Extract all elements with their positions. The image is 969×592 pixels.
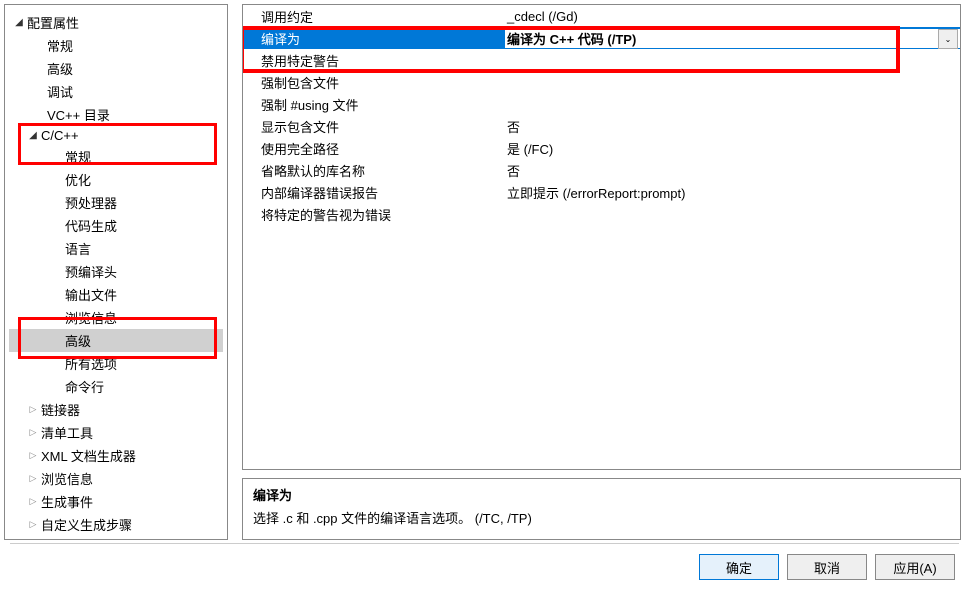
tree-label: 高级: [45, 59, 73, 78]
grid-row-disable-warnings[interactable]: 禁用特定警告: [243, 49, 960, 71]
grid-name: 省略默认的库名称: [243, 161, 505, 180]
tree-item-cpp-optimization[interactable]: 优化: [9, 168, 223, 191]
property-grid: 调用约定 _cdecl (/Gd) 编译为 编译为 C++ 代码 (/TP) 禁…: [242, 4, 961, 470]
tree-item-advanced[interactable]: 高级: [9, 57, 223, 80]
grid-value: 否: [505, 161, 960, 180]
grid-row-omit-default-lib[interactable]: 省略默认的库名称 否: [243, 159, 960, 181]
tree-item-vcdirs[interactable]: VC++ 目录: [9, 103, 223, 126]
grid-row-compile-as[interactable]: 编译为 编译为 C++ 代码 (/TP): [243, 27, 960, 49]
grid-name: 显示包含文件: [243, 117, 505, 136]
ok-button[interactable]: 确定: [699, 554, 779, 580]
tree-label: 命令行: [63, 377, 104, 396]
tree-item-ccpp[interactable]: ◢ C/C++: [9, 126, 223, 145]
apply-button[interactable]: 应用(A): [875, 554, 955, 580]
grid-value: 编译为 C++ 代码 (/TP): [505, 29, 960, 48]
grid-value: _cdecl (/Gd): [505, 9, 960, 24]
tree-label: 预处理器: [63, 193, 117, 212]
tree-item-cpp-alloptions[interactable]: 所有选项: [9, 352, 223, 375]
grid-row-forced-include[interactable]: 强制包含文件: [243, 71, 960, 93]
grid-name: 编译为: [243, 29, 505, 48]
tree-item-manifest[interactable]: ▷清单工具: [9, 421, 223, 444]
separator: [10, 543, 959, 544]
description-body: 选择 .c 和 .cpp 文件的编译语言选项。 (/TC, /TP): [253, 508, 950, 527]
tree-item-cpp-general[interactable]: 常规: [9, 145, 223, 168]
collapse-arrow-icon: ▷: [27, 450, 39, 461]
tree-item-custombuild[interactable]: ▷自定义生成步骤: [9, 513, 223, 536]
tree-item-linker[interactable]: ▷链接器: [9, 398, 223, 421]
tree-item-buildevents[interactable]: ▷生成事件: [9, 490, 223, 513]
tree-label: 输出文件: [63, 285, 117, 304]
collapse-arrow-icon: ▷: [27, 496, 39, 507]
grid-value: 立即提示 (/errorReport:prompt): [505, 183, 960, 202]
tree-label: 自定义生成步骤: [39, 515, 132, 534]
grid-name: 禁用特定警告: [243, 51, 505, 70]
tree-label: 生成事件: [39, 492, 93, 511]
tree-label: C/C++: [39, 128, 79, 143]
tree-item-cpp-precompiled[interactable]: 预编译头: [9, 260, 223, 283]
grid-row-full-paths[interactable]: 使用完全路径 是 (/FC): [243, 137, 960, 159]
tree-label: 清单工具: [39, 423, 93, 442]
tree-label: 语言: [63, 239, 91, 258]
tree-item-cpp-commandline[interactable]: 命令行: [9, 375, 223, 398]
tree-label: 优化: [63, 170, 91, 189]
grid-name: 强制 #using 文件: [243, 95, 505, 114]
tree-label: 调试: [45, 82, 73, 101]
collapse-arrow-icon: ▷: [27, 404, 39, 415]
tree-label: 所有选项: [63, 354, 117, 373]
grid-name: 将特定的警告视为错误: [243, 205, 505, 224]
tree-item-codeanalysis[interactable]: ▷代码分析: [9, 536, 223, 540]
collapse-arrow-icon: ▷: [27, 473, 39, 484]
tree-item-browseinfo2[interactable]: ▷浏览信息: [9, 467, 223, 490]
tree-item-xmldoc[interactable]: ▷XML 文档生成器: [9, 444, 223, 467]
tree-label: 浏览信息: [63, 308, 117, 327]
tree-label: 预编译头: [63, 262, 117, 281]
tree-item-cpp-codegen[interactable]: 代码生成: [9, 214, 223, 237]
tree-label: 常规: [63, 147, 91, 166]
tree-label: 代码分析: [39, 538, 93, 540]
tree-label: XML 文档生成器: [39, 446, 136, 465]
grid-row-calling-convention[interactable]: 调用约定 _cdecl (/Gd): [243, 5, 960, 27]
chevron-down-icon: ⌄: [945, 35, 952, 44]
tree-item-config-root[interactable]: ◢ 配置属性: [9, 11, 223, 34]
expand-arrow-icon: ◢: [13, 17, 25, 28]
grid-row-show-includes[interactable]: 显示包含文件 否: [243, 115, 960, 137]
tree-item-cpp-output[interactable]: 输出文件: [9, 283, 223, 306]
tree-label: 代码生成: [63, 216, 117, 235]
dropdown-arrow-button[interactable]: ⌄: [938, 29, 958, 49]
tree-item-cpp-preprocessor[interactable]: 预处理器: [9, 191, 223, 214]
grid-value: 否: [505, 117, 960, 136]
cancel-button[interactable]: 取消: [787, 554, 867, 580]
grid-row-treat-warnings-as-errors[interactable]: 将特定的警告视为错误: [243, 203, 960, 225]
collapse-arrow-icon: ▷: [27, 427, 39, 438]
grid-name: 强制包含文件: [243, 73, 505, 92]
tree-label: 浏览信息: [39, 469, 93, 488]
tree-item-debug[interactable]: 调试: [9, 80, 223, 103]
grid-value: 是 (/FC): [505, 139, 960, 158]
grid-name: 使用完全路径: [243, 139, 505, 158]
description-title: 编译为: [253, 485, 950, 504]
tree-label: 配置属性: [25, 13, 79, 32]
tree-item-cpp-language[interactable]: 语言: [9, 237, 223, 260]
tree-item-general[interactable]: 常规: [9, 34, 223, 57]
grid-name: 调用约定: [243, 7, 505, 26]
tree-label: 链接器: [39, 400, 80, 419]
config-tree-sidebar: ◢ 配置属性 常规 高级 调试 VC++ 目录 ◢ C/C++ 常规 优化 预处…: [4, 4, 228, 540]
tree-item-cpp-browseinfo[interactable]: 浏览信息: [9, 306, 223, 329]
tree-label: 高级: [63, 331, 91, 350]
tree-label: VC++ 目录: [45, 105, 110, 124]
collapse-arrow-icon: ▷: [27, 519, 39, 530]
grid-row-error-report[interactable]: 内部编译器错误报告 立即提示 (/errorReport:prompt): [243, 181, 960, 203]
description-panel: 编译为 选择 .c 和 .cpp 文件的编译语言选项。 (/TC, /TP): [242, 478, 961, 540]
grid-name: 内部编译器错误报告: [243, 183, 505, 202]
grid-row-forced-using[interactable]: 强制 #using 文件: [243, 93, 960, 115]
expand-arrow-icon: ◢: [27, 130, 39, 141]
tree-label: 常规: [45, 36, 73, 55]
tree-item-cpp-advanced[interactable]: 高级: [9, 329, 223, 352]
